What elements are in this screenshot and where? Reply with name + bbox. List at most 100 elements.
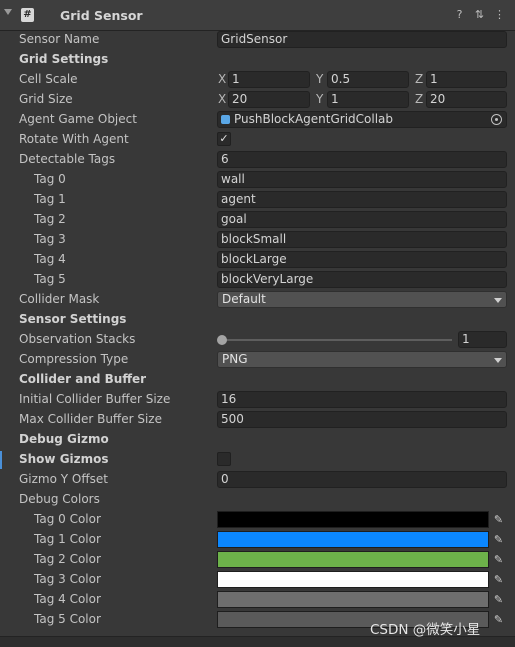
- tag-row: Tag 0 wall: [0, 170, 515, 190]
- tag-row: Tag 4 blockLarge: [0, 250, 515, 270]
- debug-gizmo-header: Debug Gizmo: [0, 430, 515, 450]
- tag-label: Tag 1: [34, 192, 66, 206]
- grid-size-z-input[interactable]: 20: [426, 91, 507, 108]
- compression-type-label: Compression Type: [19, 352, 129, 366]
- foldout-arrow-icon[interactable]: [4, 9, 12, 15]
- show-gizmos-label: Show Gizmos: [19, 452, 109, 466]
- initial-collider-buffer-size-input[interactable]: 16: [217, 391, 507, 408]
- axis-y-label: Y: [316, 92, 324, 106]
- collider-mask-label: Collider Mask: [19, 292, 100, 306]
- observation-stacks-slider-handle[interactable]: [217, 335, 227, 345]
- collider-and-buffer-header: Collider and Buffer: [0, 370, 515, 390]
- observation-stacks-label: Observation Stacks: [19, 332, 136, 346]
- grid-size-y-input[interactable]: 1: [327, 91, 409, 108]
- observation-stacks-slider-track[interactable]: [222, 339, 452, 341]
- gizmo-y-offset-label: Gizmo Y Offset: [19, 472, 108, 486]
- tag-color-row: Tag 0 Color ✎: [0, 510, 515, 530]
- sensor-name-label: Sensor Name: [19, 32, 100, 46]
- presets-icon[interactable]: ⇅: [473, 8, 486, 21]
- compression-type-row: Compression Type PNG: [0, 350, 515, 370]
- color-swatch[interactable]: [217, 591, 489, 608]
- detectable-tags-row: Detectable Tags 6: [0, 150, 515, 170]
- more-options-icon[interactable]: ⋮: [493, 8, 506, 21]
- tag-color-label: Tag 2 Color: [34, 552, 101, 566]
- color-swatch[interactable]: [217, 571, 489, 588]
- max-collider-buffer-size-row: Max Collider Buffer Size 500: [0, 410, 515, 430]
- agent-game-object-row: Agent Game Object PushBlockAgentGridColl…: [0, 110, 515, 130]
- color-swatch[interactable]: [217, 551, 489, 568]
- eyedropper-icon[interactable]: ✎: [490, 511, 507, 528]
- show-gizmos-row: Show Gizmos: [0, 450, 515, 470]
- tag-color-label: Tag 1 Color: [34, 532, 101, 546]
- detectable-tags-size-input[interactable]: 6: [217, 151, 507, 168]
- color-swatch[interactable]: [217, 531, 489, 548]
- debug-gizmo-label: Debug Gizmo: [19, 432, 109, 446]
- tag-row: Tag 5 blockVeryLarge: [0, 270, 515, 290]
- max-collider-buffer-size-input[interactable]: 500: [217, 411, 507, 428]
- color-swatch[interactable]: [217, 511, 489, 528]
- eyedropper-icon[interactable]: ✎: [490, 591, 507, 608]
- tag-input[interactable]: agent: [217, 191, 507, 208]
- axis-z-label: Z: [415, 72, 424, 86]
- tag-color-row: Tag 1 Color ✎: [0, 530, 515, 550]
- component-title: Grid Sensor: [60, 8, 143, 23]
- debug-colors-label: Debug Colors: [19, 492, 100, 506]
- debug-colors-row: Debug Colors: [0, 490, 515, 510]
- rotate-with-agent-row: Rotate With Agent ✓: [0, 130, 515, 150]
- collider-and-buffer-label: Collider and Buffer: [19, 372, 147, 386]
- grid-settings-header: Grid Settings: [0, 50, 515, 70]
- sensor-name-input[interactable]: GridSensor: [217, 31, 507, 48]
- max-collider-buffer-size-label: Max Collider Buffer Size: [19, 412, 162, 426]
- chevron-down-icon: [494, 358, 502, 363]
- tag-input[interactable]: goal: [217, 211, 507, 228]
- tag-input[interactable]: blockSmall: [217, 231, 507, 248]
- tag-label: Tag 4: [34, 252, 66, 266]
- tag-label: Tag 3: [34, 232, 66, 246]
- tag-color-label: Tag 0 Color: [34, 512, 101, 526]
- compression-type-value: PNG: [222, 352, 248, 366]
- tag-input[interactable]: wall: [217, 171, 507, 188]
- observation-stacks-row: Observation Stacks 1: [0, 330, 515, 350]
- axis-x-label: X: [218, 92, 227, 106]
- selection-indicator: [0, 451, 2, 469]
- agent-game-object-label: Agent Game Object: [19, 112, 137, 126]
- eyedropper-icon[interactable]: ✎: [490, 611, 507, 628]
- initial-collider-buffer-size-label: Initial Collider Buffer Size: [19, 392, 171, 406]
- gizmo-y-offset-input[interactable]: 0: [217, 471, 507, 488]
- show-gizmos-checkbox[interactable]: [217, 452, 231, 466]
- rotate-with-agent-label: Rotate With Agent: [19, 132, 129, 146]
- agent-game-object-field[interactable]: PushBlockAgentGridCollab: [217, 111, 507, 128]
- collider-mask-row: Collider Mask Default: [0, 290, 515, 310]
- compression-type-dropdown[interactable]: PNG: [217, 351, 507, 368]
- tag-color-label: Tag 5 Color: [34, 612, 101, 626]
- eyedropper-icon[interactable]: ✎: [490, 531, 507, 548]
- object-picker-icon[interactable]: [491, 114, 502, 125]
- component-header[interactable]: # Grid Sensor ? ⇅ ⋮: [0, 0, 515, 31]
- axis-z-label: Z: [415, 92, 424, 106]
- sensor-name-row: Sensor Name GridSensor: [0, 30, 515, 50]
- collider-mask-value: Default: [222, 292, 266, 306]
- axis-x-label: X: [218, 72, 227, 86]
- help-icon[interactable]: ?: [453, 8, 466, 21]
- grid-size-x-input[interactable]: 20: [228, 91, 310, 108]
- cell-scale-y-input[interactable]: 0.5: [327, 71, 409, 88]
- cell-scale-z-input[interactable]: 1: [426, 71, 507, 88]
- observation-stacks-input[interactable]: 1: [458, 331, 507, 348]
- tag-color-row: Tag 2 Color ✎: [0, 550, 515, 570]
- cell-scale-label: Cell Scale: [19, 72, 78, 86]
- tag-label: Tag 0: [34, 172, 66, 186]
- cell-scale-x-input[interactable]: 1: [228, 71, 310, 88]
- tag-color-row: Tag 3 Color ✎: [0, 570, 515, 590]
- rotate-with-agent-checkbox[interactable]: ✓: [217, 132, 231, 146]
- eyedropper-icon[interactable]: ✎: [490, 551, 507, 568]
- collider-mask-dropdown[interactable]: Default: [217, 291, 507, 308]
- grid-size-row: Grid Size X 20 Y 1 Z 20: [0, 90, 515, 110]
- tag-input[interactable]: blockLarge: [217, 251, 507, 268]
- tag-input[interactable]: blockVeryLarge: [217, 271, 507, 288]
- tag-row: Tag 3 blockSmall: [0, 230, 515, 250]
- watermark: CSDN @微笑小星: [370, 622, 481, 638]
- initial-collider-buffer-size-row: Initial Collider Buffer Size 16: [0, 390, 515, 410]
- eyedropper-icon[interactable]: ✎: [490, 571, 507, 588]
- sensor-settings-header: Sensor Settings: [0, 310, 515, 330]
- tag-color-label: Tag 3 Color: [34, 572, 101, 586]
